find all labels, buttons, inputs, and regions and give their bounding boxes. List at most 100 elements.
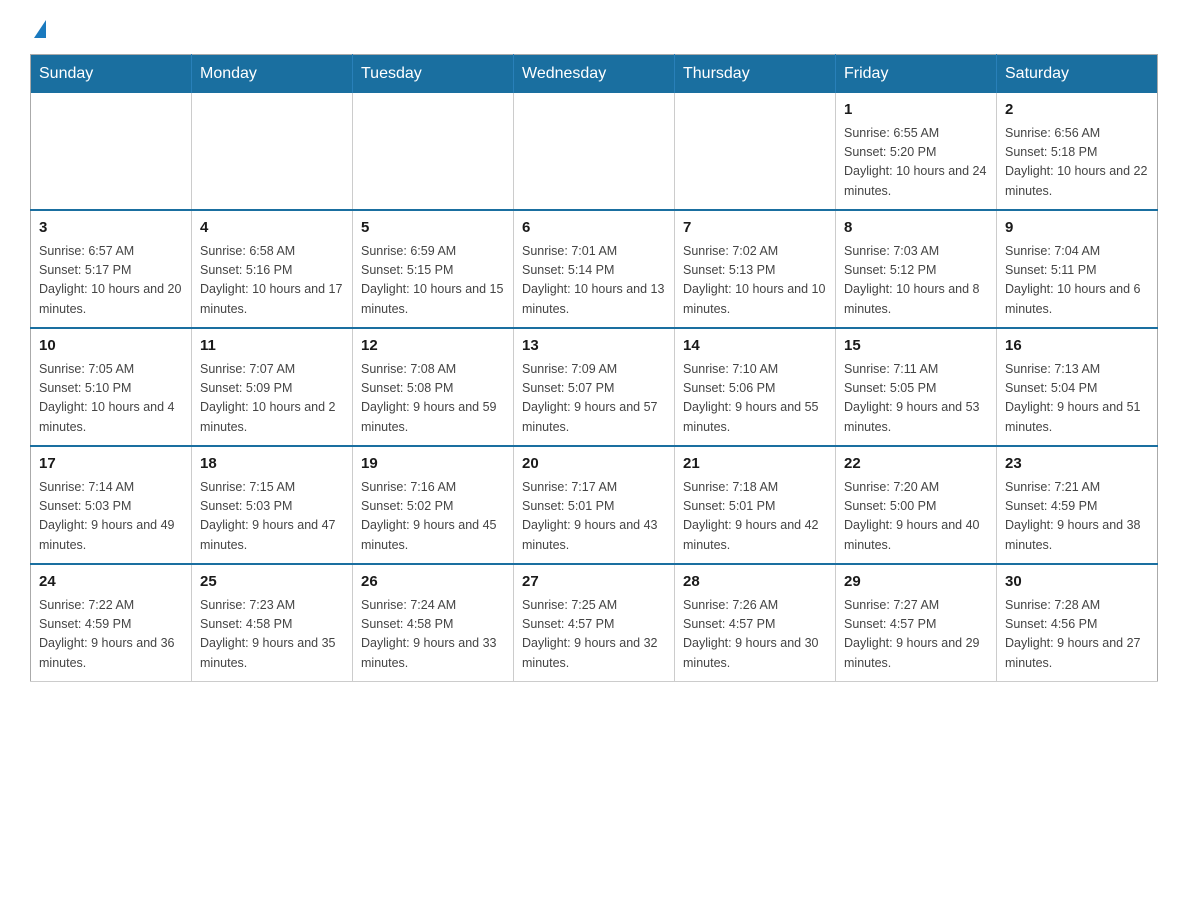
day-number: 28 [683, 571, 827, 594]
day-number: 9 [1005, 217, 1149, 240]
day-number: 2 [1005, 99, 1149, 122]
calendar-header-wednesday: Wednesday [514, 55, 675, 94]
day-info: Sunrise: 6:56 AM Sunset: 5:18 PM Dayligh… [1005, 124, 1149, 202]
calendar-cell: 8Sunrise: 7:03 AM Sunset: 5:12 PM Daylig… [836, 210, 997, 328]
calendar-cell: 27Sunrise: 7:25 AM Sunset: 4:57 PM Dayli… [514, 564, 675, 682]
day-info: Sunrise: 6:55 AM Sunset: 5:20 PM Dayligh… [844, 124, 988, 202]
day-number: 24 [39, 571, 183, 594]
calendar-table: SundayMondayTuesdayWednesdayThursdayFrid… [30, 54, 1158, 682]
calendar-cell: 11Sunrise: 7:07 AM Sunset: 5:09 PM Dayli… [192, 328, 353, 446]
logo [30, 20, 46, 34]
day-number: 15 [844, 335, 988, 358]
day-number: 27 [522, 571, 666, 594]
day-info: Sunrise: 7:03 AM Sunset: 5:12 PM Dayligh… [844, 242, 988, 320]
day-info: Sunrise: 7:17 AM Sunset: 5:01 PM Dayligh… [522, 478, 666, 556]
day-number: 18 [200, 453, 344, 476]
day-number: 21 [683, 453, 827, 476]
calendar-header-friday: Friday [836, 55, 997, 94]
calendar-cell: 20Sunrise: 7:17 AM Sunset: 5:01 PM Dayli… [514, 446, 675, 564]
calendar-week-row: 17Sunrise: 7:14 AM Sunset: 5:03 PM Dayli… [31, 446, 1158, 564]
calendar-header-tuesday: Tuesday [353, 55, 514, 94]
day-info: Sunrise: 7:13 AM Sunset: 5:04 PM Dayligh… [1005, 360, 1149, 438]
day-info: Sunrise: 7:23 AM Sunset: 4:58 PM Dayligh… [200, 596, 344, 674]
calendar-cell: 21Sunrise: 7:18 AM Sunset: 5:01 PM Dayli… [675, 446, 836, 564]
calendar-cell: 22Sunrise: 7:20 AM Sunset: 5:00 PM Dayli… [836, 446, 997, 564]
day-info: Sunrise: 7:11 AM Sunset: 5:05 PM Dayligh… [844, 360, 988, 438]
day-number: 3 [39, 217, 183, 240]
day-number: 11 [200, 335, 344, 358]
page-header [30, 20, 1158, 34]
day-number: 13 [522, 335, 666, 358]
calendar-header-row: SundayMondayTuesdayWednesdayThursdayFrid… [31, 55, 1158, 94]
calendar-cell: 7Sunrise: 7:02 AM Sunset: 5:13 PM Daylig… [675, 210, 836, 328]
day-info: Sunrise: 6:59 AM Sunset: 5:15 PM Dayligh… [361, 242, 505, 320]
calendar-cell: 26Sunrise: 7:24 AM Sunset: 4:58 PM Dayli… [353, 564, 514, 682]
day-number: 16 [1005, 335, 1149, 358]
calendar-header-thursday: Thursday [675, 55, 836, 94]
day-info: Sunrise: 7:16 AM Sunset: 5:02 PM Dayligh… [361, 478, 505, 556]
day-number: 10 [39, 335, 183, 358]
calendar-header-saturday: Saturday [997, 55, 1158, 94]
day-info: Sunrise: 7:21 AM Sunset: 4:59 PM Dayligh… [1005, 478, 1149, 556]
calendar-cell: 5Sunrise: 6:59 AM Sunset: 5:15 PM Daylig… [353, 210, 514, 328]
calendar-cell: 4Sunrise: 6:58 AM Sunset: 5:16 PM Daylig… [192, 210, 353, 328]
day-info: Sunrise: 7:22 AM Sunset: 4:59 PM Dayligh… [39, 596, 183, 674]
calendar-week-row: 3Sunrise: 6:57 AM Sunset: 5:17 PM Daylig… [31, 210, 1158, 328]
calendar-cell: 17Sunrise: 7:14 AM Sunset: 5:03 PM Dayli… [31, 446, 192, 564]
day-number: 19 [361, 453, 505, 476]
calendar-cell [192, 93, 353, 210]
calendar-cell: 24Sunrise: 7:22 AM Sunset: 4:59 PM Dayli… [31, 564, 192, 682]
logo-general-text [30, 20, 46, 38]
day-info: Sunrise: 7:25 AM Sunset: 4:57 PM Dayligh… [522, 596, 666, 674]
day-info: Sunrise: 7:18 AM Sunset: 5:01 PM Dayligh… [683, 478, 827, 556]
day-info: Sunrise: 7:20 AM Sunset: 5:00 PM Dayligh… [844, 478, 988, 556]
calendar-cell: 6Sunrise: 7:01 AM Sunset: 5:14 PM Daylig… [514, 210, 675, 328]
calendar-week-row: 24Sunrise: 7:22 AM Sunset: 4:59 PM Dayli… [31, 564, 1158, 682]
day-number: 26 [361, 571, 505, 594]
calendar-cell: 25Sunrise: 7:23 AM Sunset: 4:58 PM Dayli… [192, 564, 353, 682]
day-number: 30 [1005, 571, 1149, 594]
day-info: Sunrise: 7:28 AM Sunset: 4:56 PM Dayligh… [1005, 596, 1149, 674]
day-info: Sunrise: 7:08 AM Sunset: 5:08 PM Dayligh… [361, 360, 505, 438]
day-info: Sunrise: 7:15 AM Sunset: 5:03 PM Dayligh… [200, 478, 344, 556]
day-number: 1 [844, 99, 988, 122]
day-info: Sunrise: 6:57 AM Sunset: 5:17 PM Dayligh… [39, 242, 183, 320]
calendar-cell: 30Sunrise: 7:28 AM Sunset: 4:56 PM Dayli… [997, 564, 1158, 682]
calendar-cell: 16Sunrise: 7:13 AM Sunset: 5:04 PM Dayli… [997, 328, 1158, 446]
day-info: Sunrise: 7:04 AM Sunset: 5:11 PM Dayligh… [1005, 242, 1149, 320]
day-number: 25 [200, 571, 344, 594]
calendar-week-row: 1Sunrise: 6:55 AM Sunset: 5:20 PM Daylig… [31, 93, 1158, 210]
day-number: 14 [683, 335, 827, 358]
day-number: 8 [844, 217, 988, 240]
calendar-cell [353, 93, 514, 210]
day-info: Sunrise: 7:26 AM Sunset: 4:57 PM Dayligh… [683, 596, 827, 674]
day-info: Sunrise: 7:27 AM Sunset: 4:57 PM Dayligh… [844, 596, 988, 674]
calendar-cell [675, 93, 836, 210]
day-number: 12 [361, 335, 505, 358]
day-info: Sunrise: 6:58 AM Sunset: 5:16 PM Dayligh… [200, 242, 344, 320]
day-info: Sunrise: 7:02 AM Sunset: 5:13 PM Dayligh… [683, 242, 827, 320]
calendar-cell: 10Sunrise: 7:05 AM Sunset: 5:10 PM Dayli… [31, 328, 192, 446]
day-info: Sunrise: 7:14 AM Sunset: 5:03 PM Dayligh… [39, 478, 183, 556]
calendar-week-row: 10Sunrise: 7:05 AM Sunset: 5:10 PM Dayli… [31, 328, 1158, 446]
calendar-cell: 28Sunrise: 7:26 AM Sunset: 4:57 PM Dayli… [675, 564, 836, 682]
day-info: Sunrise: 7:01 AM Sunset: 5:14 PM Dayligh… [522, 242, 666, 320]
day-info: Sunrise: 7:05 AM Sunset: 5:10 PM Dayligh… [39, 360, 183, 438]
day-number: 5 [361, 217, 505, 240]
day-number: 7 [683, 217, 827, 240]
day-number: 17 [39, 453, 183, 476]
calendar-cell: 15Sunrise: 7:11 AM Sunset: 5:05 PM Dayli… [836, 328, 997, 446]
calendar-cell: 14Sunrise: 7:10 AM Sunset: 5:06 PM Dayli… [675, 328, 836, 446]
day-info: Sunrise: 7:07 AM Sunset: 5:09 PM Dayligh… [200, 360, 344, 438]
calendar-header-sunday: Sunday [31, 55, 192, 94]
calendar-cell: 23Sunrise: 7:21 AM Sunset: 4:59 PM Dayli… [997, 446, 1158, 564]
calendar-cell: 29Sunrise: 7:27 AM Sunset: 4:57 PM Dayli… [836, 564, 997, 682]
day-info: Sunrise: 7:24 AM Sunset: 4:58 PM Dayligh… [361, 596, 505, 674]
calendar-cell [514, 93, 675, 210]
logo-triangle-icon [34, 20, 46, 38]
day-info: Sunrise: 7:09 AM Sunset: 5:07 PM Dayligh… [522, 360, 666, 438]
calendar-cell: 12Sunrise: 7:08 AM Sunset: 5:08 PM Dayli… [353, 328, 514, 446]
calendar-cell: 3Sunrise: 6:57 AM Sunset: 5:17 PM Daylig… [31, 210, 192, 328]
day-number: 29 [844, 571, 988, 594]
day-number: 22 [844, 453, 988, 476]
